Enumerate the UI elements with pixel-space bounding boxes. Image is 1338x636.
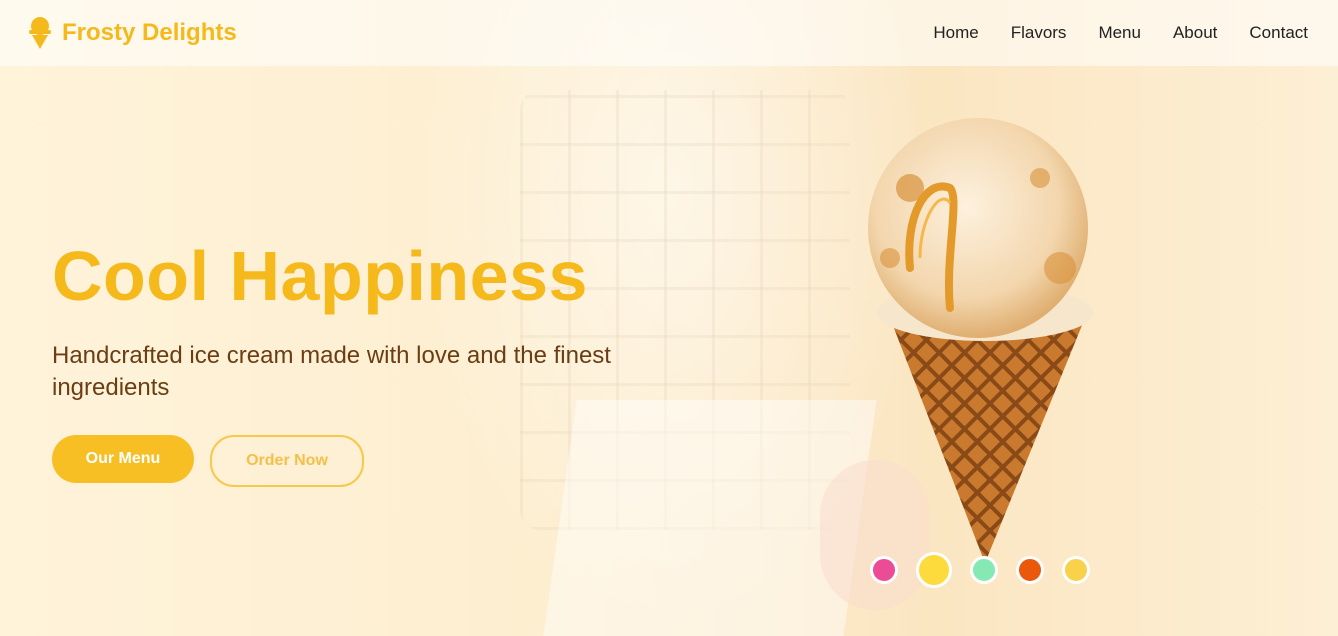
nav-flavors[interactable]: Flavors xyxy=(1011,23,1067,43)
nav-home[interactable]: Home xyxy=(933,23,978,43)
flavor-dot[interactable] xyxy=(1016,556,1044,584)
nav-contact[interactable]: Contact xyxy=(1249,23,1308,43)
order-now-button[interactable]: Order Now xyxy=(210,435,364,487)
brand-name: Frosty Delights xyxy=(62,19,237,46)
flavor-dot[interactable] xyxy=(870,556,898,584)
hero-title: Cool Happiness xyxy=(52,237,588,315)
flavor-dot[interactable] xyxy=(970,556,998,584)
nav-menu[interactable]: Menu xyxy=(1098,23,1141,43)
hero-subtitle: Handcrafted ice cream made with love and… xyxy=(52,342,611,401)
our-menu-button[interactable]: Our Menu xyxy=(52,435,194,483)
ice-cream-cone-image xyxy=(868,118,1093,563)
nav-about[interactable]: About xyxy=(1173,23,1217,43)
site-header: Frosty Delights Home Flavors Menu About … xyxy=(0,0,1338,66)
flavor-dot[interactable] xyxy=(916,552,952,588)
flavor-dot[interactable] xyxy=(1062,556,1090,584)
ice-cream-icon xyxy=(29,17,51,49)
brand-logo[interactable]: Frosty Delights xyxy=(28,17,237,49)
main-nav: Home Flavors Menu About Contact xyxy=(933,23,1308,43)
flavor-selector xyxy=(870,552,1090,588)
